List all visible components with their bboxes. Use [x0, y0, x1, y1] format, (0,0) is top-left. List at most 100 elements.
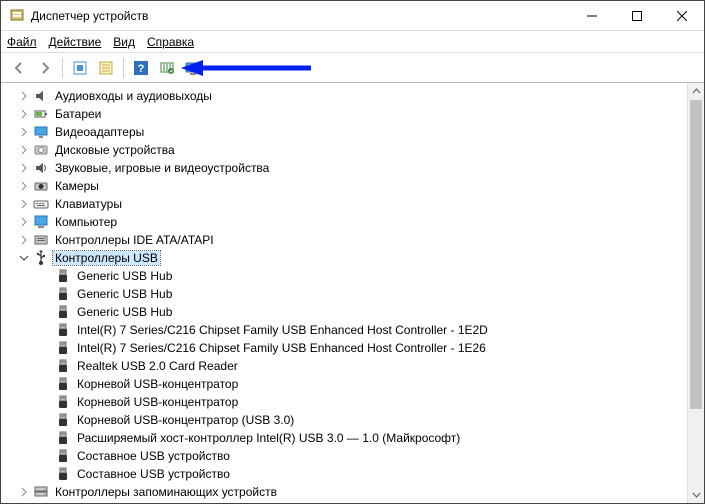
usb-plug-icon	[55, 412, 71, 428]
properties-button[interactable]	[94, 56, 118, 80]
chevron-right-icon[interactable]	[17, 485, 31, 499]
usb-plug-icon	[55, 430, 71, 446]
menu-help[interactable]: Справка	[147, 35, 194, 49]
tree-device-item[interactable]: Generic USB Hub	[7, 267, 704, 285]
tree-device-item[interactable]: Корневой USB-концентратор	[7, 393, 704, 411]
device-label[interactable]: Intel(R) 7 Series/C216 Chipset Family US…	[75, 323, 490, 337]
camera-icon	[33, 178, 49, 194]
maximize-button[interactable]	[614, 1, 659, 31]
chevron-right-icon[interactable]	[17, 89, 31, 103]
tree-device-item[interactable]: Корневой USB-концентратор	[7, 375, 704, 393]
window-title: Диспетчер устройств	[31, 9, 569, 23]
tree-category[interactable]: Камеры	[7, 177, 704, 195]
device-label[interactable]: Расширяемый хост-контроллер Intel(R) USB…	[75, 431, 462, 445]
disk-icon	[33, 142, 49, 158]
scroll-up-button[interactable]	[688, 83, 704, 100]
help-button[interactable]: ?	[129, 56, 153, 80]
display-icon	[33, 124, 49, 140]
scroll-down-button[interactable]	[688, 486, 704, 503]
usb-plug-icon	[55, 376, 71, 392]
chevron-right-icon[interactable]	[17, 197, 31, 211]
chevron-right-icon[interactable]	[17, 125, 31, 139]
ide-icon	[33, 232, 49, 248]
scroll-thumb[interactable]	[690, 100, 702, 409]
tree-device-item[interactable]: Расширяемый хост-контроллер Intel(R) USB…	[7, 429, 704, 447]
usb-plug-icon	[55, 286, 71, 302]
tree-device-item[interactable]: Корневой USB-концентратор (USB 3.0)	[7, 411, 704, 429]
category-label[interactable]: Дисковые устройства	[53, 143, 177, 157]
window-buttons	[569, 1, 704, 31]
device-label[interactable]: Realtek USB 2.0 Card Reader	[75, 359, 240, 373]
storage-icon	[33, 484, 49, 500]
titlebar: Диспетчер устройств	[1, 1, 704, 31]
minimize-button[interactable]	[569, 1, 614, 31]
tree-category[interactable]: Контроллеры IDE ATA/ATAPI	[7, 231, 704, 249]
tree-category[interactable]: Клавиатуры	[7, 195, 704, 213]
chevron-right-icon[interactable]	[17, 161, 31, 175]
device-label[interactable]: Составное USB устройство	[75, 467, 232, 481]
back-button[interactable]	[7, 56, 31, 80]
tree-device-item[interactable]: Intel(R) 7 Series/C216 Chipset Family US…	[7, 321, 704, 339]
device-label[interactable]: Корневой USB-концентратор (USB 3.0)	[75, 413, 296, 427]
device-label[interactable]: Intel(R) 7 Series/C216 Chipset Family US…	[75, 341, 488, 355]
category-label[interactable]: Камеры	[53, 179, 101, 193]
chevron-right-icon[interactable]	[17, 233, 31, 247]
tree-device-item[interactable]: Generic USB Hub	[7, 303, 704, 321]
toolbar-separator	[123, 58, 124, 78]
battery-icon	[33, 106, 49, 122]
chevron-right-icon[interactable]	[17, 107, 31, 121]
tree-device-item[interactable]: Realtek USB 2.0 Card Reader	[7, 357, 704, 375]
category-label[interactable]: Контроллеры запоминающих устройств	[53, 485, 279, 499]
category-label[interactable]: Контроллеры IDE ATA/ATAPI	[53, 233, 216, 247]
forward-button[interactable]	[33, 56, 57, 80]
tree-category[interactable]: Батареи	[7, 105, 704, 123]
device-tree[interactable]: Аудиовходы и аудиовыходы Батареи Видеоадап…	[1, 83, 704, 503]
tree-device-item[interactable]: Generic USB Hub	[7, 285, 704, 303]
usb-plug-icon	[55, 322, 71, 338]
scan-hardware-button[interactable]	[155, 56, 179, 80]
tree-category[interactable]: Видеоадаптеры	[7, 123, 704, 141]
tree-category[interactable]: Контроллеры запоминающих устройств	[7, 483, 704, 501]
category-label[interactable]: Компьютер	[53, 215, 119, 229]
vertical-scrollbar[interactable]	[687, 83, 704, 503]
chevron-right-icon[interactable]	[17, 179, 31, 193]
tree-category[interactable]: Контроллеры USB	[7, 249, 704, 267]
device-label[interactable]: Корневой USB-концентратор	[75, 377, 240, 391]
usb-plug-icon	[55, 466, 71, 482]
scroll-track[interactable]	[688, 100, 704, 486]
tree-device-item[interactable]: Составное USB устройство	[7, 447, 704, 465]
tree-category[interactable]: Аудиовходы и аудиовыходы	[7, 87, 704, 105]
usb-plug-icon	[55, 358, 71, 374]
menu-file[interactable]: Файл	[7, 35, 37, 49]
category-label[interactable]: Аудиовходы и аудиовыходы	[53, 89, 214, 103]
category-label[interactable]: Контроллеры USB	[53, 251, 160, 265]
show-hidden-button[interactable]	[68, 56, 92, 80]
close-button[interactable]	[659, 1, 704, 31]
category-label[interactable]: Клавиатуры	[53, 197, 124, 211]
usb-plug-icon	[55, 394, 71, 410]
category-label[interactable]: Звуковые, игровые и видеоустройства	[53, 161, 271, 175]
usb-plug-icon	[55, 268, 71, 284]
audio-icon	[33, 88, 49, 104]
device-label[interactable]: Generic USB Hub	[75, 269, 174, 283]
menu-action[interactable]: Действие	[49, 35, 102, 49]
chevron-down-icon[interactable]	[17, 251, 31, 265]
category-label[interactable]: Видеоадаптеры	[53, 125, 146, 139]
scan-for-changes-button[interactable]	[181, 56, 205, 80]
tree-category[interactable]: Звуковые, игровые и видеоустройства	[7, 159, 704, 177]
category-label[interactable]: Батареи	[53, 107, 103, 121]
device-label[interactable]: Составное USB устройство	[75, 449, 232, 463]
usb-plug-icon	[55, 448, 71, 464]
device-label[interactable]: Корневой USB-концентратор	[75, 395, 240, 409]
usb-plug-icon	[55, 340, 71, 356]
tree-device-item[interactable]: Intel(R) 7 Series/C216 Chipset Family US…	[7, 339, 704, 357]
tree-device-item[interactable]: Составное USB устройство	[7, 465, 704, 483]
device-label[interactable]: Generic USB Hub	[75, 305, 174, 319]
chevron-right-icon[interactable]	[17, 215, 31, 229]
tree-category[interactable]: Дисковые устройства	[7, 141, 704, 159]
menu-view[interactable]: Вид	[113, 35, 135, 49]
device-manager-window: Диспетчер устройств Файл Действие Вид Сп…	[0, 0, 705, 504]
tree-category[interactable]: Компьютер	[7, 213, 704, 231]
device-label[interactable]: Generic USB Hub	[75, 287, 174, 301]
chevron-right-icon[interactable]	[17, 143, 31, 157]
